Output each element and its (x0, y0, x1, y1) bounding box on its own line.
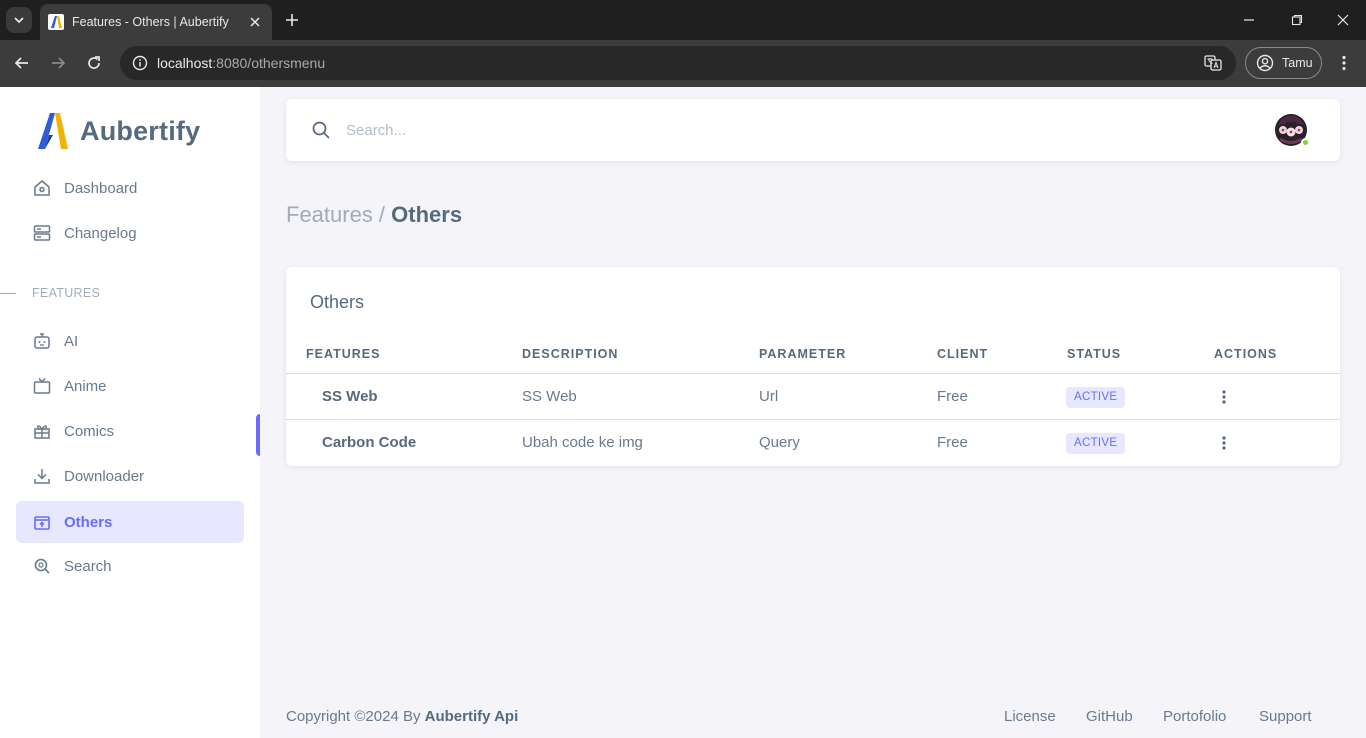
footer-link-license[interactable]: License (1004, 708, 1056, 725)
copyright-text: Copyright ©2024 By (286, 708, 421, 725)
favicon-icon (48, 14, 64, 30)
translate-icon[interactable] (1202, 52, 1224, 74)
cell-feature: SS Web (322, 388, 378, 405)
divider (0, 292, 16, 294)
sidebar-item-search[interactable]: Search (16, 545, 244, 587)
footer-link-support[interactable]: Support (1259, 708, 1312, 725)
sidebar-item-ai[interactable]: AI (16, 320, 244, 362)
back-icon[interactable] (9, 50, 35, 76)
brand-logo[interactable]: Aubertify (36, 109, 200, 153)
restore-icon[interactable] (1284, 7, 1310, 33)
row-actions-menu-icon[interactable] (1214, 433, 1234, 453)
table-row: SS Web SS Web Url Free ACTIVE (286, 374, 1340, 420)
menu-section-label: FEATURES (32, 286, 101, 300)
url-path: :8080/othersmenu (212, 55, 326, 71)
cell-parameter: Url (759, 388, 779, 405)
card-title: Others (310, 292, 365, 312)
profile-name: Tamu (1282, 56, 1313, 70)
search-icon (32, 556, 52, 576)
cell-description: SS Web (522, 388, 577, 405)
tab-search-button[interactable] (6, 7, 32, 33)
sidebar-item-anime[interactable]: Anime (16, 365, 244, 407)
active-menu-indicator (256, 414, 260, 456)
sidebar-item-comics[interactable]: Comics (16, 410, 244, 452)
sidebar-item-label: Anime (64, 377, 107, 395)
profile-button[interactable]: Tamu (1245, 47, 1322, 79)
close-tab-icon[interactable] (246, 13, 264, 31)
reload-icon[interactable] (81, 50, 107, 76)
sidebar: Aubertify Dashboard Changelog FEATURES A… (0, 87, 260, 738)
cell-description: Ubah code ke img (522, 434, 643, 451)
footer-copyright: Copyright ©2024 By Aubertify Api (286, 708, 518, 725)
sidebar-item-label: Downloader (64, 467, 145, 485)
cell-feature: Carbon Code (322, 434, 417, 451)
download-icon (32, 466, 52, 486)
breadcrumb-current: Others (391, 202, 463, 227)
sidebar-item-label: Others (64, 513, 113, 531)
address-bar[interactable]: localhost:8080/othersmenu (120, 46, 1236, 80)
account-icon (1256, 54, 1274, 72)
tv-icon (32, 376, 52, 396)
avatar[interactable] (1272, 113, 1310, 147)
cell-parameter: Query (759, 434, 800, 451)
table-row: Carbon Code Ubah code ke img Query Free … (286, 420, 1340, 466)
search-input[interactable] (346, 121, 946, 139)
search-icon (310, 119, 332, 141)
site-info-icon[interactable] (130, 53, 150, 73)
close-window-icon[interactable] (1330, 7, 1356, 33)
bot-icon (32, 331, 52, 351)
cell-client: Free (937, 388, 968, 405)
sidebar-item-downloader[interactable]: Downloader (16, 455, 244, 497)
chevron-down-icon (14, 17, 24, 24)
menu-section-header: FEATURES (0, 285, 260, 301)
footer-brand-link[interactable]: Aubertify Api (425, 708, 519, 725)
brand-name: Aubertify (80, 115, 201, 146)
footer-link-portofolio[interactable]: Portofolio (1163, 708, 1226, 725)
server-icon (32, 223, 52, 243)
minimize-icon[interactable] (1236, 7, 1262, 33)
aubertify-logo-icon (38, 113, 68, 149)
url-host: localhost (157, 55, 213, 71)
column-header-parameter: PARAMETER (759, 347, 847, 361)
column-header-description: DESCRIPTION (522, 347, 619, 361)
row-actions-menu-icon[interactable] (1214, 387, 1234, 407)
status-badge: ACTIVE (1066, 433, 1126, 454)
sidebar-item-label: Search (64, 557, 112, 575)
footer-link-github[interactable]: GitHub (1086, 708, 1133, 725)
sidebar-item-changelog[interactable]: Changelog (16, 212, 244, 254)
new-tab-icon[interactable] (281, 9, 303, 31)
breadcrumb-parent: Features / (286, 202, 386, 227)
browser-toolbar: localhost:8080/othersmenu Tamu (0, 40, 1366, 87)
status-badge: ACTIVE (1066, 387, 1126, 408)
top-navbar (286, 99, 1340, 161)
sidebar-item-others[interactable]: Others (16, 501, 244, 543)
browser-menu-icon[interactable] (1332, 50, 1356, 76)
column-header-status: STATUS (1067, 347, 1122, 361)
others-card: Others FEATURES DESCRIPTION PARAMETER CL… (286, 267, 1340, 466)
browser-tab-bar: Features - Others | Aubertify (0, 0, 1366, 40)
browser-tab[interactable]: Features - Others | Aubertify (40, 4, 272, 40)
gift-icon (32, 421, 52, 441)
tab-title: Features - Others | Aubertify (72, 15, 229, 29)
sidebar-item-dashboard[interactable]: Dashboard (16, 167, 244, 209)
online-status-dot (1301, 138, 1310, 147)
url-text: localhost:8080/othersmenu (157, 55, 325, 71)
footer: Copyright ©2024 By Aubertify Api License… (286, 708, 1316, 728)
page-title: Features / Others (286, 202, 462, 228)
box-icon (32, 512, 52, 532)
sidebar-item-label: Dashboard (64, 179, 138, 197)
home-icon (32, 178, 52, 198)
column-header-features: FEATURES (306, 347, 381, 361)
sidebar-item-label: Changelog (64, 224, 137, 242)
column-header-actions: ACTIONS (1214, 347, 1278, 361)
sidebar-item-label: Comics (64, 422, 115, 440)
cell-client: Free (937, 434, 968, 451)
forward-icon[interactable] (45, 50, 71, 76)
sidebar-item-label: AI (64, 332, 79, 350)
column-header-client: CLIENT (937, 347, 989, 361)
